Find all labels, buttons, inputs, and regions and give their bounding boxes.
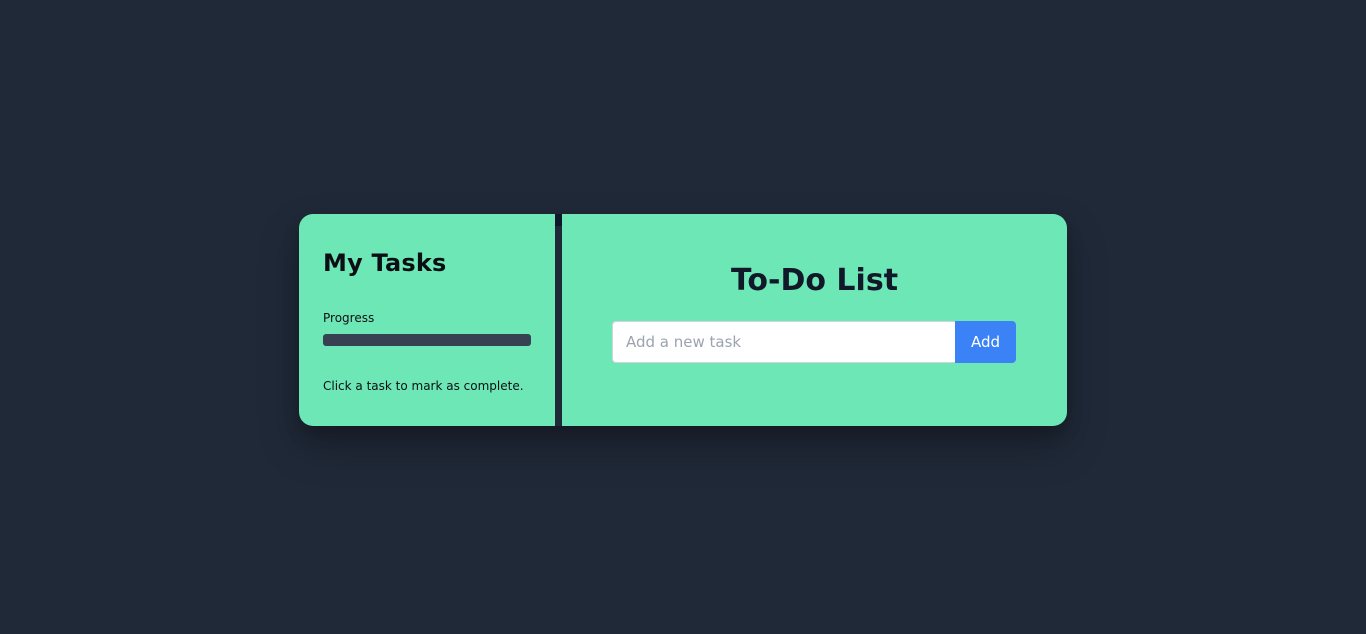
add-task-form: Add bbox=[612, 321, 1016, 363]
divider-handle bbox=[555, 214, 562, 226]
instruction-text: Click a task to mark as complete. bbox=[323, 379, 524, 393]
main-panel: To-Do List Add bbox=[562, 214, 1067, 426]
panel-divider bbox=[555, 214, 562, 426]
sidebar: My Tasks Progress Click a task to mark a… bbox=[299, 214, 555, 426]
page-title: To-Do List bbox=[730, 263, 899, 298]
new-task-input[interactable] bbox=[612, 321, 955, 363]
progress-label: Progress bbox=[323, 311, 375, 325]
sidebar-title: My Tasks bbox=[323, 249, 447, 277]
todo-app-card: My Tasks Progress Click a task to mark a… bbox=[299, 214, 1067, 426]
add-task-button[interactable]: Add bbox=[955, 321, 1016, 363]
progress-bar bbox=[323, 334, 531, 346]
